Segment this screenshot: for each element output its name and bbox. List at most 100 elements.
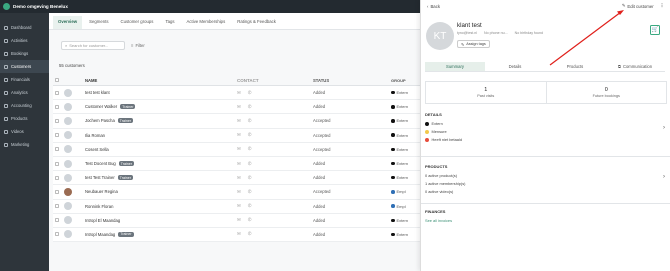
customer-name[interactable]: Ronnink Floran [85,204,113,209]
stat-future-bookings: 0 Future bookings [545,82,667,103]
details-section[interactable]: DETAILS Extern Mensure Heeft niet betaal… [425,112,667,145]
email-icon[interactable]: ✉ [237,231,241,237]
phone-icon[interactable]: ✆ [248,132,252,138]
customer-name[interactable]: test Test Trainer [85,175,115,180]
phone-icon[interactable]: ✆ [248,231,252,237]
sidebar-item-activities[interactable]: Activities [0,34,49,47]
table-row[interactable]: Jochem Pascha Trainer ✉ ✆ Accepted Extern [53,114,420,129]
email-icon[interactable]: ✉ [237,90,241,96]
products-section[interactable]: PRODUCTS 0 active product(s) 1 active me… [425,164,667,197]
phone-icon[interactable]: ✆ [248,203,252,209]
table-row[interactable]: test Test Trainer Trainer ✉ ✆ Added Extern [53,171,420,186]
assign-tags-button[interactable]: ✎ Assign tags [457,40,490,48]
customer-name[interactable]: test test klant [85,90,110,95]
row-checkbox[interactable] [55,90,59,95]
row-checkbox[interactable] [55,232,59,237]
sidebar-item-customers[interactable]: Customers [0,60,49,73]
tab-communication[interactable]: ⧉ Communication [605,62,665,71]
sidebar-item-dashboard[interactable]: Dashboard [0,21,49,34]
email-icon[interactable]: ✉ [237,132,241,138]
tab-customer-groups[interactable]: Customer groups [115,19,158,29]
filter-icon: ≡ [131,43,134,48]
header-group[interactable]: GROUP [391,78,406,83]
tab-products[interactable]: Products [545,62,605,71]
customer-name[interactable]: Jochem Pascha [85,118,115,123]
group-text: Extern [396,104,409,110]
row-checkbox[interactable] [55,104,59,109]
table-row[interactable]: Cosent Sella ✉ ✆ Accepted Extern [53,142,420,157]
chevron-right-icon[interactable]: › [663,174,665,180]
table-row[interactable]: Neubauer Regina ✉ ✆ Accepted Empl [53,185,420,200]
row-checkbox[interactable] [55,118,59,123]
row-checkbox[interactable] [55,175,59,180]
customer-name[interactable]: Intropl El Maandag [85,218,120,223]
row-checkbox[interactable] [55,204,59,209]
phone-icon[interactable]: ✆ [248,217,252,223]
sidebar-item-bookings[interactable]: Bookings [0,47,49,60]
phone-icon[interactable]: ✆ [248,104,252,110]
cart-icon[interactable]: 🛒 [650,25,660,35]
customer-name[interactable]: Neubauer Regina [85,189,118,194]
phone-icon[interactable]: ✆ [248,161,252,167]
email-icon[interactable]: ✉ [237,175,241,181]
sidebar-item-accounting[interactable]: Accounting [0,99,49,112]
email-icon[interactable]: ✉ [237,189,241,195]
table-row[interactable]: Ronnink Floran ✉ ✆ Added Empl [53,199,420,214]
row-checkbox[interactable] [55,161,59,166]
sidebar-item-marketing[interactable]: Marketing [0,138,49,151]
phone-icon[interactable]: ✆ [248,90,252,96]
sidebar-item-financials[interactable]: Financials [0,73,49,86]
tab-overview[interactable]: Overview [53,16,83,29]
tab-ratings-feedback[interactable]: Ratings & Feedback [232,19,281,29]
sidebar-item-videos[interactable]: Videos [0,125,49,138]
phone-icon[interactable]: ✆ [248,175,252,181]
tab-details[interactable]: Details [485,62,545,71]
filter-button[interactable]: ≡ Filter [131,43,145,48]
edit-customer-button[interactable]: ✎ Edit customer [622,3,654,9]
sidebar-item-products[interactable]: Products [0,112,49,125]
tab-summary[interactable]: Summary [425,62,485,71]
email-icon[interactable]: ✉ [237,161,241,167]
sidebar-item-analytics[interactable]: Analytics [0,86,49,99]
activities-icon [4,38,8,43]
more-options-icon[interactable]: ⋮ [660,3,664,9]
customer-name[interactable]: Customer Walker [85,104,117,109]
avatar [64,145,72,154]
table-row[interactable]: Customer Walker Trainer ✉ ✆ Added Extern [53,100,420,115]
email-icon[interactable]: ✉ [237,118,241,124]
email-icon[interactable]: ✉ [237,203,241,209]
row-checkbox[interactable] [55,147,59,152]
tab-tags[interactable]: Tags [160,19,179,29]
customer-email[interactable]: tyno@test.nl [457,31,477,35]
row-checkbox[interactable] [55,218,59,223]
customer-name[interactable]: Test Docent Bug [85,161,116,166]
customer-name[interactable]: Cosent Sella [85,147,109,152]
search-input[interactable]: ⌕ Search for customer... [61,41,125,50]
table-row[interactable]: Test Docent Bug Trainer ✉ ✆ Added Extern [53,156,420,172]
customer-info: tyno@test.nl No phone nu... No birthday … [457,31,543,35]
select-all-checkbox[interactable] [55,78,59,82]
phone-icon[interactable]: ✆ [248,189,252,195]
email-icon[interactable]: ✉ [237,217,241,223]
see-all-invoices-link[interactable]: See all invoices [425,218,452,223]
table-row[interactable]: Intropl Maandag Trainer ✉ ✆ Added Extern [53,227,420,243]
email-icon[interactable]: ✉ [237,104,241,110]
phone-icon[interactable]: ✆ [248,118,252,124]
back-button[interactable]: ‹ Back [427,4,440,9]
search-placeholder: Search for customer... [69,43,109,48]
phone-icon[interactable]: ✆ [248,146,252,152]
table-row[interactable]: test test klant ✉ ✆ Added Extern [53,86,420,101]
table-row[interactable]: Ilia Roman ✉ ✆ Accepted Extern [53,128,420,143]
chevron-right-icon[interactable]: › [663,125,665,131]
header-status[interactable]: STATUS [313,78,329,83]
email-icon[interactable]: ✉ [237,146,241,152]
customer-name[interactable]: Ilia Roman [85,133,105,138]
table-row[interactable]: Intropl El Maandag ✉ ✆ Added Extern [53,213,420,228]
group-dot-icon [425,121,429,126]
header-name[interactable]: NAME [85,78,97,83]
row-checkbox[interactable] [55,133,59,138]
customer-name[interactable]: Intropl Maandag [85,232,115,237]
tab-active-memberships[interactable]: Active Memberships [182,19,231,29]
tab-segments[interactable]: Segments [84,19,113,29]
row-checkbox[interactable] [55,189,59,194]
